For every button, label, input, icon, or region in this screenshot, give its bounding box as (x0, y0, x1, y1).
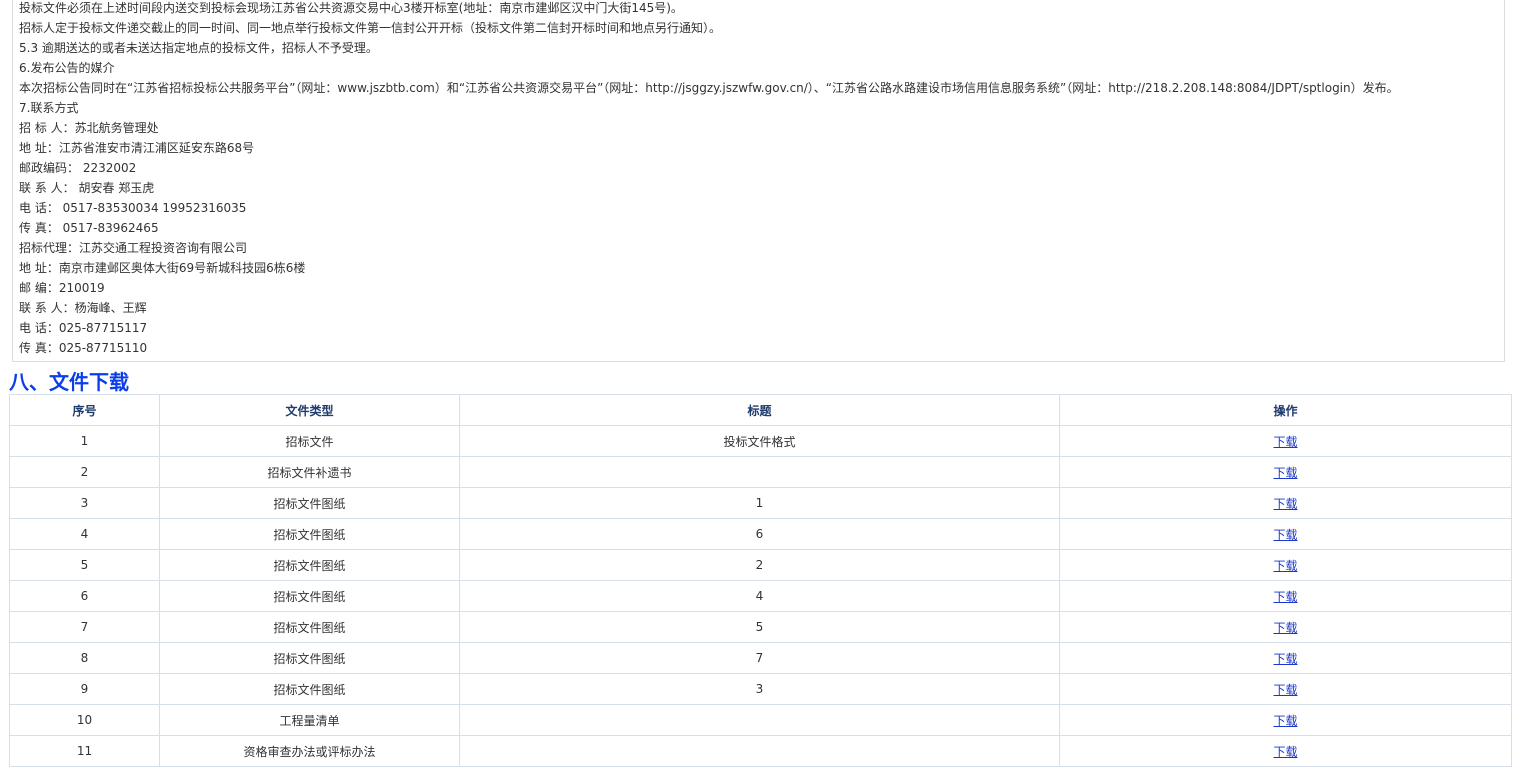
file-download-table: 序号 文件类型 标题 操作 1 招标文件 投标文件格式 下载 2 招标文件补遗书 下载 3 招标… (9, 394, 1512, 767)
cell-index: 5 (9, 549, 160, 581)
cell-index: 2 (9, 456, 160, 488)
cell-title: 7 (459, 642, 1060, 674)
notice-line: 招 标 人：苏北航务管理处 (19, 121, 159, 135)
cell-title (459, 704, 1060, 736)
notice-line: 5.3 逾期送达的或者未送达指定地点的投标文件，招标人不予受理。 (19, 41, 378, 55)
table-row: 5 招标文件图纸 2 下载 (9, 549, 1512, 581)
notice-line: 联 系 人： 胡安春 郑玉虎 (19, 181, 155, 195)
cell-file-type: 招标文件图纸 (159, 518, 460, 550)
notice-line: 投标文件必须在上述时间段内送交到投标会现场江苏省公共资源交易中心3楼开标室(地址… (19, 1, 683, 15)
notice-line: 本次招标公告同时在“江苏省招标投标公共服务平台”（网址：www.jszbtb.c… (19, 81, 1399, 95)
column-header-index: 序号 (9, 394, 160, 426)
download-link[interactable]: 下载 (1273, 590, 1297, 604)
table-row: 1 招标文件 投标文件格式 下载 (9, 425, 1512, 457)
download-link[interactable]: 下载 (1273, 435, 1297, 449)
cell-file-type: 招标文件图纸 (159, 642, 460, 674)
notice-line: 电 话：025-87715117 (19, 321, 148, 335)
download-link[interactable]: 下载 (1273, 466, 1297, 480)
cell-file-type: 资格审查办法或评标办法 (159, 735, 460, 767)
table-row: 6 招标文件图纸 4 下载 (9, 580, 1512, 612)
download-link[interactable]: 下载 (1273, 745, 1297, 759)
cell-index: 3 (9, 487, 160, 519)
cell-title: 4 (459, 580, 1060, 612)
cell-file-type: 工程量清单 (159, 704, 460, 736)
cell-title: 1 (459, 487, 1060, 519)
table-row: 4 招标文件图纸 6 下载 (9, 518, 1512, 550)
cell-action: 下载 (1059, 611, 1512, 643)
column-header-action: 操作 (1059, 394, 1512, 426)
cell-action: 下载 (1059, 549, 1512, 581)
download-link[interactable]: 下载 (1273, 497, 1297, 511)
download-link[interactable]: 下载 (1273, 652, 1297, 666)
table-row: 10 工程量清单 下载 (9, 704, 1512, 736)
cell-index: 7 (9, 611, 160, 643)
download-link[interactable]: 下载 (1273, 528, 1297, 542)
cell-file-type: 招标文件图纸 (159, 580, 460, 612)
cell-file-type: 招标文件补遗书 (159, 456, 460, 488)
download-link[interactable]: 下载 (1273, 683, 1297, 697)
table-row: 9 招标文件图纸 3 下载 (9, 673, 1512, 705)
cell-index: 6 (9, 580, 160, 612)
table-row: 11 资格审查办法或评标办法 下载 (9, 735, 1512, 767)
column-header-title: 标题 (459, 394, 1060, 426)
table-row: 3 招标文件图纸 1 下载 (9, 487, 1512, 519)
cell-action: 下载 (1059, 673, 1512, 705)
column-header-file-type: 文件类型 (159, 394, 460, 426)
notice-line: 邮政编码： 2232002 (19, 161, 137, 175)
cell-title: 5 (459, 611, 1060, 643)
table-row: 8 招标文件图纸 7 下载 (9, 642, 1512, 674)
cell-title: 2 (459, 549, 1060, 581)
cell-title (459, 456, 1060, 488)
notice-line: 联 系 人：杨海峰、王辉 (19, 301, 147, 315)
cell-file-type: 招标文件图纸 (159, 673, 460, 705)
cell-action: 下载 (1059, 704, 1512, 736)
download-link[interactable]: 下载 (1273, 621, 1297, 635)
cell-index: 10 (9, 704, 160, 736)
cell-index: 8 (9, 642, 160, 674)
notice-line: 邮 编：210019 (19, 281, 105, 295)
cell-title: 投标文件格式 (459, 425, 1060, 457)
cell-index: 11 (9, 735, 160, 767)
notice-line: 招标人定于投标文件递交截止的同一时间、同一地点举行投标文件第一信封公开开标（投标… (19, 21, 722, 35)
cell-title (459, 735, 1060, 767)
section-title-file-download: 八、文件下载 (9, 370, 129, 394)
cell-index: 9 (9, 673, 160, 705)
notice-line: 地 址：南京市建邺区奥体大街69号新城科技园6栋6楼 (19, 261, 306, 275)
notice-line: 电 话： 0517-83530034 19952316035 (19, 201, 247, 215)
cell-index: 4 (9, 518, 160, 550)
download-link[interactable]: 下载 (1273, 714, 1297, 728)
notice-line: 传 真： 0517-83962465 (19, 221, 159, 235)
cell-action: 下载 (1059, 518, 1512, 550)
cell-file-type: 招标文件图纸 (159, 549, 460, 581)
notice-line: 7.联系方式 (19, 101, 79, 115)
cell-action: 下载 (1059, 425, 1512, 457)
cell-action: 下载 (1059, 735, 1512, 767)
cell-index: 1 (9, 425, 160, 457)
cell-action: 下载 (1059, 642, 1512, 674)
notice-line: 传 真：025-87715110 (19, 341, 148, 355)
cell-title: 6 (459, 518, 1060, 550)
table-row: 7 招标文件图纸 5 下载 (9, 611, 1512, 643)
cell-action: 下载 (1059, 580, 1512, 612)
table-row: 2 招标文件补遗书 下载 (9, 456, 1512, 488)
notice-line: 地 址：江苏省淮安市清江浦区延安东路68号 (19, 141, 255, 155)
table-header-row: 序号 文件类型 标题 操作 (9, 394, 1512, 426)
announcement-content: 投标文件必须在上述时间段内送交到投标会现场江苏省公共资源交易中心3楼开标室(地址… (12, 0, 1505, 362)
notice-line: 6.发布公告的媒介 (19, 61, 115, 75)
cell-file-type: 招标文件图纸 (159, 611, 460, 643)
download-link[interactable]: 下载 (1273, 559, 1297, 573)
cell-action: 下载 (1059, 456, 1512, 488)
cell-file-type: 招标文件 (159, 425, 460, 457)
cell-title: 3 (459, 673, 1060, 705)
cell-file-type: 招标文件图纸 (159, 487, 460, 519)
notice-line: 招标代理：江苏交通工程投资咨询有限公司 (19, 241, 248, 255)
cell-action: 下载 (1059, 487, 1512, 519)
